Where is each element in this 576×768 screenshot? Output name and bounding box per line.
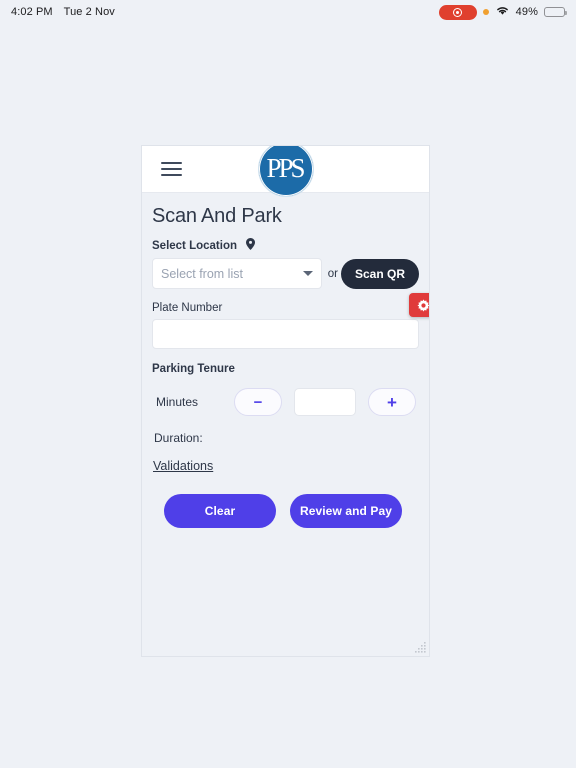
hamburger-line (161, 162, 182, 164)
clock: 4:02 PM (11, 6, 53, 18)
validations-link[interactable]: Validations (152, 459, 213, 473)
plate-number-label: Plate Number (152, 302, 223, 314)
record-dot-icon (453, 7, 463, 17)
plate-number-input[interactable] (152, 319, 419, 349)
decrement-button[interactable]: − (234, 388, 282, 416)
gear-icon (416, 298, 429, 312)
logo-label: PPS (266, 152, 305, 183)
status-bar: 4:02 PM Tue 2 Nov 49% (0, 0, 576, 24)
increment-button[interactable]: + (368, 388, 416, 416)
hamburger-line (161, 168, 182, 170)
resize-handle[interactable] (413, 640, 428, 655)
app-body: Scan And Park Select Location Select fro… (142, 193, 429, 528)
pps-logo[interactable]: PPS (257, 146, 314, 197)
tenure-stepper-row: Minutes − + (152, 388, 419, 416)
select-location-label: Select Location (152, 239, 237, 252)
hamburger-menu-icon[interactable] (161, 162, 182, 176)
chevron-down-icon (302, 271, 313, 276)
date: Tue 2 Nov (63, 6, 115, 18)
status-bar-left: 4:02 PM Tue 2 Nov (11, 6, 115, 18)
duration-label: Duration: (154, 431, 203, 445)
minutes-unit-label: Minutes (156, 395, 199, 409)
location-select[interactable]: Select from list (152, 258, 322, 289)
page-title: Scan And Park (152, 205, 282, 227)
action-buttons-row: Clear Review and Pay (152, 494, 419, 528)
privacy-indicator-icon (482, 9, 489, 15)
parking-tenure-label: Parking Tenure (152, 363, 235, 375)
select-location-label-row: Select Location (152, 238, 419, 253)
battery-icon (544, 6, 567, 18)
record-dot-core-icon (456, 10, 460, 14)
settings-fab-button[interactable] (409, 293, 429, 317)
location-select-placeholder: Select from list (161, 266, 243, 281)
app-header: PPS (142, 146, 429, 197)
app-window-card: PPS Scan And Park Select Location Select… (141, 145, 430, 657)
or-separator-label: or (327, 267, 338, 280)
hamburger-line (161, 174, 182, 176)
status-bar-right: 49% (438, 4, 567, 20)
duration-row: Duration: (152, 431, 419, 445)
record-icon[interactable] (438, 4, 477, 20)
location-pin-icon (246, 238, 255, 253)
location-row: Select from list or Scan QR (152, 258, 419, 289)
tenure-quantity-input[interactable] (294, 388, 356, 416)
battery-percent-label: 49% (515, 6, 538, 18)
scan-qr-button[interactable]: Scan QR (340, 258, 419, 289)
wifi-icon (495, 5, 510, 19)
clear-button[interactable]: Clear (164, 494, 276, 528)
review-and-pay-button[interactable]: Review and Pay (290, 494, 402, 528)
